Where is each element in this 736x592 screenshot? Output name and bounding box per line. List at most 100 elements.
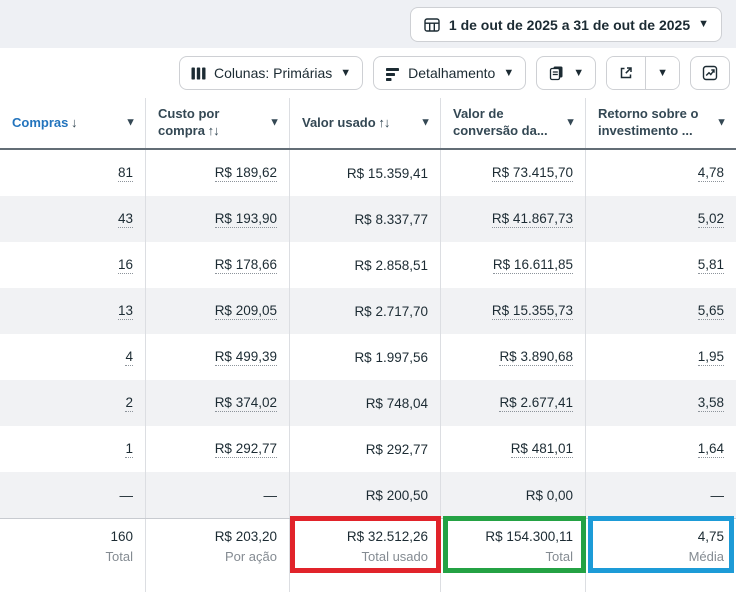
chevron-down-icon: ▼ [698, 19, 709, 30]
cell-value[interactable]: 1,64 [698, 441, 724, 458]
cell-value[interactable]: 81 [118, 165, 133, 182]
totals-value: R$ 32.512,26 [347, 527, 428, 547]
totals-value: 4,75 [698, 527, 724, 547]
cell-value[interactable]: 1 [125, 441, 133, 458]
sort-arrows-icon: ↓ [68, 115, 76, 130]
cell-value: R$ 1.997,56 [354, 350, 428, 365]
cell-value[interactable]: 2 [125, 395, 133, 412]
table-cell-retorno: 5,65 [586, 288, 736, 334]
totals-label: Por ação [225, 547, 277, 566]
column-header-retorno[interactable]: Retorno sobre o investimento ...▼ [586, 98, 736, 148]
column-header-compras[interactable]: Compras ↓▼ [0, 98, 146, 148]
table-row: 4 R$ 499,39 R$ 1.997,56 R$ 3.890,68 1,95 [0, 334, 736, 380]
trend-chart-icon [702, 65, 718, 81]
cell-value[interactable]: 3,58 [698, 395, 724, 412]
cell-value[interactable]: R$ 374,02 [215, 395, 277, 412]
totals-value: R$ 154.300,11 [485, 527, 573, 547]
table-row: 1 R$ 292,77 R$ 292,77 R$ 481,01 1,64 [0, 426, 736, 472]
column-menu-caret-icon[interactable]: ▼ [420, 118, 431, 129]
table-cell-retorno: 5,81 [586, 242, 736, 288]
cell-value[interactable]: 4 [125, 349, 133, 366]
cell-value[interactable]: R$ 209,05 [215, 303, 277, 320]
chevron-down-icon: ▼ [573, 68, 584, 79]
table-cell-custo-por-compra: R$ 193,90 [146, 196, 290, 242]
table-header-row: Compras ↓▼Custo por compra ↑↓▼Valor usad… [0, 98, 736, 150]
cell-value[interactable]: 5,81 [698, 257, 724, 274]
cell-value[interactable]: 13 [118, 303, 133, 320]
cell-value[interactable]: R$ 193,90 [215, 211, 277, 228]
breakdown-button[interactable]: Detalhamento ▼ [373, 56, 526, 90]
sort-arrows-icon: ↑↓ [376, 115, 390, 130]
table-cell-compras: 2 [0, 380, 146, 426]
totals-label: Total [546, 547, 573, 566]
cell-value: R$ 2.858,51 [354, 258, 428, 273]
cell-value[interactable]: R$ 292,77 [215, 441, 277, 458]
cell-value: — [120, 488, 134, 503]
cell-value[interactable]: 43 [118, 211, 133, 228]
column-header-custo-por-compra[interactable]: Custo por compra ↑↓▼ [146, 98, 290, 148]
cell-value[interactable]: 5,02 [698, 211, 724, 228]
cell-value[interactable]: 4,78 [698, 165, 724, 182]
cell-value[interactable]: R$ 3.890,68 [499, 349, 573, 366]
column-header-valor-conversao[interactable]: Valor de conversão da...▼ [441, 98, 586, 148]
cell-value[interactable]: R$ 189,62 [215, 165, 277, 182]
cell-value[interactable]: R$ 499,39 [215, 349, 277, 366]
export-button-group: ▼ [606, 56, 680, 90]
cell-value: R$ 15.359,41 [347, 166, 428, 181]
cell-value[interactable]: R$ 16.611,85 [493, 257, 573, 274]
export-options-button[interactable]: ▼ [645, 57, 679, 89]
cell-value[interactable]: 5,65 [698, 303, 724, 320]
cell-value[interactable]: 1,95 [698, 349, 724, 366]
totals-cell-compras: 160Total [0, 519, 146, 592]
cell-value: — [264, 488, 278, 503]
cell-value: R$ 8.337,77 [354, 212, 428, 227]
table-cell-valor-usado: R$ 15.359,41 [290, 150, 441, 196]
table-cell-valor-conversao: R$ 0,00 [441, 472, 586, 518]
cell-value[interactable]: R$ 2.677,41 [499, 395, 573, 412]
column-header-label: Valor usado ↑↓ [302, 115, 389, 132]
cell-value[interactable]: R$ 178,66 [215, 257, 277, 274]
table-cell-custo-por-compra: R$ 292,77 [146, 426, 290, 472]
totals-cell-retorno: 4,75Média [586, 519, 736, 592]
sort-arrows-icon: ↑↓ [205, 123, 219, 138]
charts-button[interactable] [690, 56, 730, 90]
cell-value: R$ 748,04 [366, 396, 428, 411]
cell-value[interactable]: 16 [118, 257, 133, 274]
cell-value: R$ 292,77 [366, 442, 428, 457]
totals-cell-valor-conversao: R$ 154.300,11Total [441, 519, 586, 592]
column-menu-caret-icon[interactable]: ▼ [125, 118, 136, 129]
column-header-label: Custo por compra ↑↓ [158, 106, 267, 140]
calendar-icon [423, 16, 441, 34]
column-menu-caret-icon[interactable]: ▼ [269, 118, 280, 129]
columns-button[interactable]: Colunas: Primárias ▼ [179, 56, 363, 90]
ads-manager-report-page: 1 de out de 2025 a 31 de out de 2025 ▼ C… [0, 0, 736, 592]
table-cell-valor-usado: R$ 1.997,56 [290, 334, 441, 380]
table-row: ——R$ 200,50R$ 0,00— [0, 472, 736, 518]
table-cell-valor-conversao: R$ 15.355,73 [441, 288, 586, 334]
table-cell-custo-por-compra: R$ 209,05 [146, 288, 290, 334]
cell-value[interactable]: R$ 73.415,70 [492, 165, 573, 182]
column-menu-caret-icon[interactable]: ▼ [716, 118, 727, 129]
reports-button[interactable]: ▼ [536, 56, 596, 90]
export-icon [618, 65, 634, 81]
chevron-down-icon: ▼ [340, 68, 351, 79]
column-header-label: Valor de conversão da... [453, 106, 563, 140]
column-menu-caret-icon[interactable]: ▼ [565, 118, 576, 129]
column-header-valor-usado[interactable]: Valor usado ↑↓ ▼ [290, 98, 441, 148]
table-cell-compras: 1 [0, 426, 146, 472]
table-body: 81 R$ 189,62 R$ 15.359,41 R$ 73.415,70 4,78 4… [0, 150, 736, 518]
export-button[interactable] [607, 57, 645, 89]
table-cell-valor-conversao: R$ 481,01 [441, 426, 586, 472]
cell-value[interactable]: R$ 481,01 [511, 441, 573, 458]
table-cell-valor-conversao: R$ 73.415,70 [441, 150, 586, 196]
table-cell-valor-conversao: R$ 41.867,73 [441, 196, 586, 242]
date-range-button[interactable]: 1 de out de 2025 a 31 de out de 2025 ▼ [410, 7, 722, 42]
chevron-down-icon: ▼ [657, 68, 668, 79]
cell-value[interactable]: R$ 41.867,73 [492, 211, 573, 228]
totals-value: R$ 203,20 [215, 527, 277, 547]
chevron-down-icon: ▼ [503, 68, 514, 79]
cell-value[interactable]: R$ 15.355,73 [492, 303, 573, 320]
table-cell-valor-usado: R$ 292,77 [290, 426, 441, 472]
columns-icon [191, 66, 206, 81]
breakdown-icon [385, 66, 400, 81]
